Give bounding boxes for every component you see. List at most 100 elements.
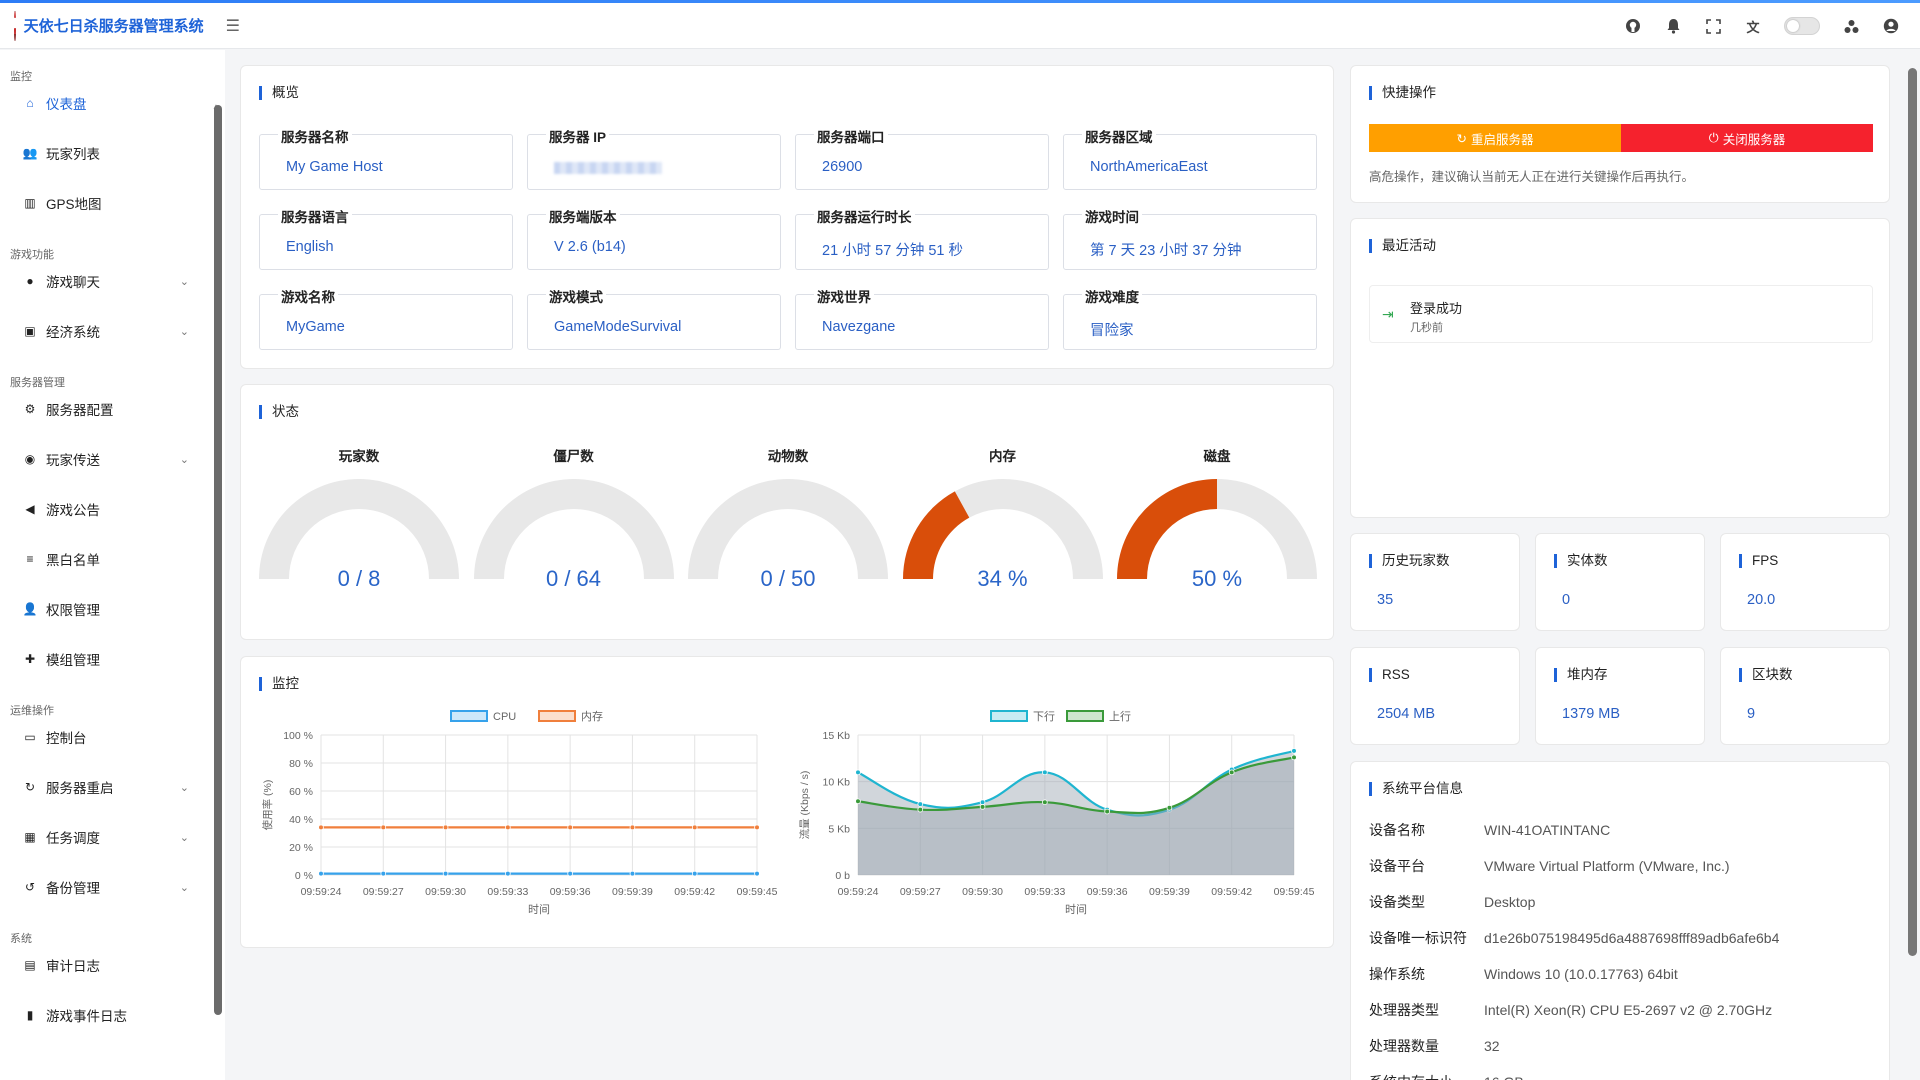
overview-field: 服务器运行时长 21 小时 57 分钟 51 秒 bbox=[795, 206, 1049, 270]
shutdown-server-button[interactable]: ⏻ 关闭服务器 bbox=[1621, 124, 1873, 152]
overview-field: 服务器端口 26900 bbox=[795, 126, 1049, 190]
x-tick-label: 09:59:42 bbox=[674, 886, 715, 898]
main-scrollbar[interactable] bbox=[1908, 68, 1917, 956]
sidebar-item-audit-log[interactable]: ▤ 审计日志 bbox=[0, 940, 225, 990]
layout-icon[interactable] bbox=[1842, 17, 1860, 35]
field-label: 游戏模式 bbox=[546, 286, 606, 306]
card-title: 监控 bbox=[259, 677, 299, 691]
book-icon: ▮ bbox=[26, 1008, 34, 1022]
field-label: 游戏时间 bbox=[1082, 206, 1142, 226]
gauge-value: 50 % bbox=[1191, 566, 1243, 591]
sidebar-item-restart[interactable]: ↻ 服务器重启 ⌄ bbox=[0, 762, 225, 812]
sidebar-scrollbar[interactable] bbox=[214, 105, 222, 1015]
legend-label: CPU bbox=[493, 711, 516, 723]
collapse-icon[interactable]: ☰ bbox=[226, 16, 240, 36]
sidebar-item-label: 游戏聊天 bbox=[46, 275, 100, 290]
gauge-value: 0 / 50 bbox=[760, 566, 816, 591]
platform-value: Intel(R) Xeon(R) CPU E5-2697 v2 @ 2.70GH… bbox=[1484, 1002, 1773, 1018]
card-title: 概览 bbox=[259, 86, 299, 100]
sidebar-item-event-log[interactable]: ▮ 游戏事件日志 bbox=[0, 990, 225, 1040]
chat-icon: ● bbox=[26, 274, 34, 288]
translate-icon[interactable]: 文 bbox=[1744, 17, 1762, 35]
x-tick-label: 09:59:36 bbox=[550, 886, 591, 898]
data-point bbox=[1291, 748, 1297, 754]
usage-chart: CPU 内存 09:59:24 09:59:27 09:59:30 09:59:33 09:… bbox=[261, 709, 778, 916]
platform-key: 设备名称 bbox=[1369, 822, 1425, 838]
x-axis-label: 时间 bbox=[1065, 903, 1087, 916]
activity-item[interactable]: ⇥ 登录成功 几秒前 bbox=[1369, 285, 1873, 343]
money-icon: ▣ bbox=[24, 324, 36, 338]
brand[interactable]: 天依七日杀服务器管理系统 ☰ bbox=[0, 10, 240, 41]
data-point bbox=[754, 870, 760, 877]
sidebar-item-gps-map[interactable]: ▥ GPS地图 bbox=[0, 178, 225, 228]
card-title: 最近活动 bbox=[1369, 239, 1436, 253]
sidebar-item-label: 审计日志 bbox=[46, 959, 100, 974]
data-point bbox=[1104, 808, 1110, 815]
field-value: NorthAmericaEast bbox=[1090, 159, 1208, 175]
platform-key: 设备平台 bbox=[1369, 858, 1425, 874]
x-tick-label: 09:59:36 bbox=[1087, 886, 1128, 898]
sidebar-item-label: GPS地图 bbox=[46, 197, 102, 212]
sidebar-item-players[interactable]: 👥 玩家列表 bbox=[0, 128, 225, 178]
chevron-down-icon: ⌄ bbox=[179, 781, 189, 794]
user-icon[interactable] bbox=[1882, 17, 1900, 35]
field-label: 服务器端口 bbox=[814, 126, 888, 146]
sidebar-item-economy[interactable]: ▣ 经济系统 ⌄ bbox=[0, 306, 225, 356]
field-value: 26900 bbox=[822, 159, 863, 175]
button-label: 关闭服务器 bbox=[1722, 132, 1786, 147]
overview-field: 游戏模式 GameModeSurvival bbox=[527, 286, 781, 350]
data-point bbox=[567, 870, 573, 877]
data-point bbox=[442, 824, 449, 831]
platform-key: 处理器数量 bbox=[1369, 1038, 1439, 1054]
y-axis-label: 流量 (Kbps / s) bbox=[798, 771, 811, 840]
theme-toggle[interactable] bbox=[1784, 17, 1820, 35]
sidebar-item-chat[interactable]: ● 游戏聊天 ⌄ bbox=[0, 256, 225, 306]
sidebar-item-blacklist[interactable]: ≡ 黑白名单 bbox=[0, 534, 225, 584]
user-shield-icon: 👤 bbox=[22, 602, 38, 616]
stat-label: FPS bbox=[1739, 554, 1778, 568]
legend-label: 内存 bbox=[581, 709, 603, 723]
sidebar-item-permissions[interactable]: 👤 权限管理 bbox=[0, 584, 225, 634]
gauge-title: 磁盘 bbox=[1203, 449, 1231, 464]
field-value: 21 小时 57 分钟 51 秒 bbox=[822, 243, 964, 259]
stat-card: 实体数 0 bbox=[1535, 533, 1705, 631]
legend-swatch bbox=[538, 710, 576, 722]
sidebar-item-console[interactable]: ▭ 控制台 bbox=[0, 712, 225, 762]
chevron-down-icon: ⌄ bbox=[179, 881, 189, 894]
github-icon[interactable] bbox=[1624, 17, 1642, 35]
gauge-title: 内存 bbox=[989, 449, 1016, 464]
sidebar-item-mods[interactable]: ✚ 模组管理 bbox=[0, 634, 225, 684]
overview-card: 概览 服务器名称 My Game Host 服务器 IP 服务器端口 26900 服务器区… bbox=[240, 65, 1334, 369]
data-point bbox=[917, 806, 924, 813]
sidebar-item-announcement[interactable]: ◀ 游戏公告 bbox=[0, 484, 225, 534]
platform-key: 系统内存大小 bbox=[1369, 1072, 1484, 1080]
platform-row: 设备唯一标识符 d1e26b075198495d6a4887698fff89adb… bbox=[1369, 928, 1779, 948]
sidebar-item-teleport[interactable]: ◉ 玩家传送 ⌄ bbox=[0, 434, 225, 484]
gauge-title: 玩家数 bbox=[338, 449, 380, 464]
field-label: 游戏难度 bbox=[1082, 286, 1142, 306]
overview-field: 服务器 IP bbox=[527, 126, 781, 190]
header-actions: 文 bbox=[1624, 3, 1900, 49]
field-label: 服务端版本 bbox=[546, 206, 620, 226]
gauge-track bbox=[473, 479, 674, 579]
sidebar-item-server-config[interactable]: ⚙ 服务器配置 bbox=[0, 384, 225, 434]
power-icon: ⏻ bbox=[1708, 130, 1719, 145]
x-tick-label: 09:59:24 bbox=[301, 886, 342, 898]
sidebar-item-label: 游戏公告 bbox=[46, 503, 100, 518]
bell-icon[interactable] bbox=[1664, 17, 1682, 35]
sidebar-item-label: 模组管理 bbox=[46, 653, 100, 668]
x-tick-label: 09:59:27 bbox=[900, 886, 941, 898]
sidebar-item-dashboard[interactable]: ⌂ 仪表盘 bbox=[0, 78, 225, 128]
sidebar-item-scheduler[interactable]: ▦ 任务调度 ⌄ bbox=[0, 812, 225, 862]
restart-server-button[interactable]: ↻ 重启服务器 bbox=[1369, 124, 1621, 152]
sidebar-item-label: 仪表盘 bbox=[46, 97, 87, 112]
monitor-card: 监控 CPU 内存 09:59:24 09:59:27 09:59:30 09:59:33… bbox=[240, 656, 1334, 948]
data-point bbox=[1166, 805, 1173, 811]
fullscreen-icon[interactable] bbox=[1704, 17, 1722, 35]
sidebar-item-backup[interactable]: ↺ 备份管理 ⌄ bbox=[0, 862, 225, 912]
x-tick-label: 09:59:33 bbox=[1024, 886, 1065, 898]
data-point bbox=[691, 870, 698, 877]
chevron-down-icon: ⌄ bbox=[179, 325, 189, 338]
stat-card: 区块数 9 bbox=[1720, 647, 1890, 745]
overview-field: 游戏名称 MyGame bbox=[259, 286, 513, 350]
